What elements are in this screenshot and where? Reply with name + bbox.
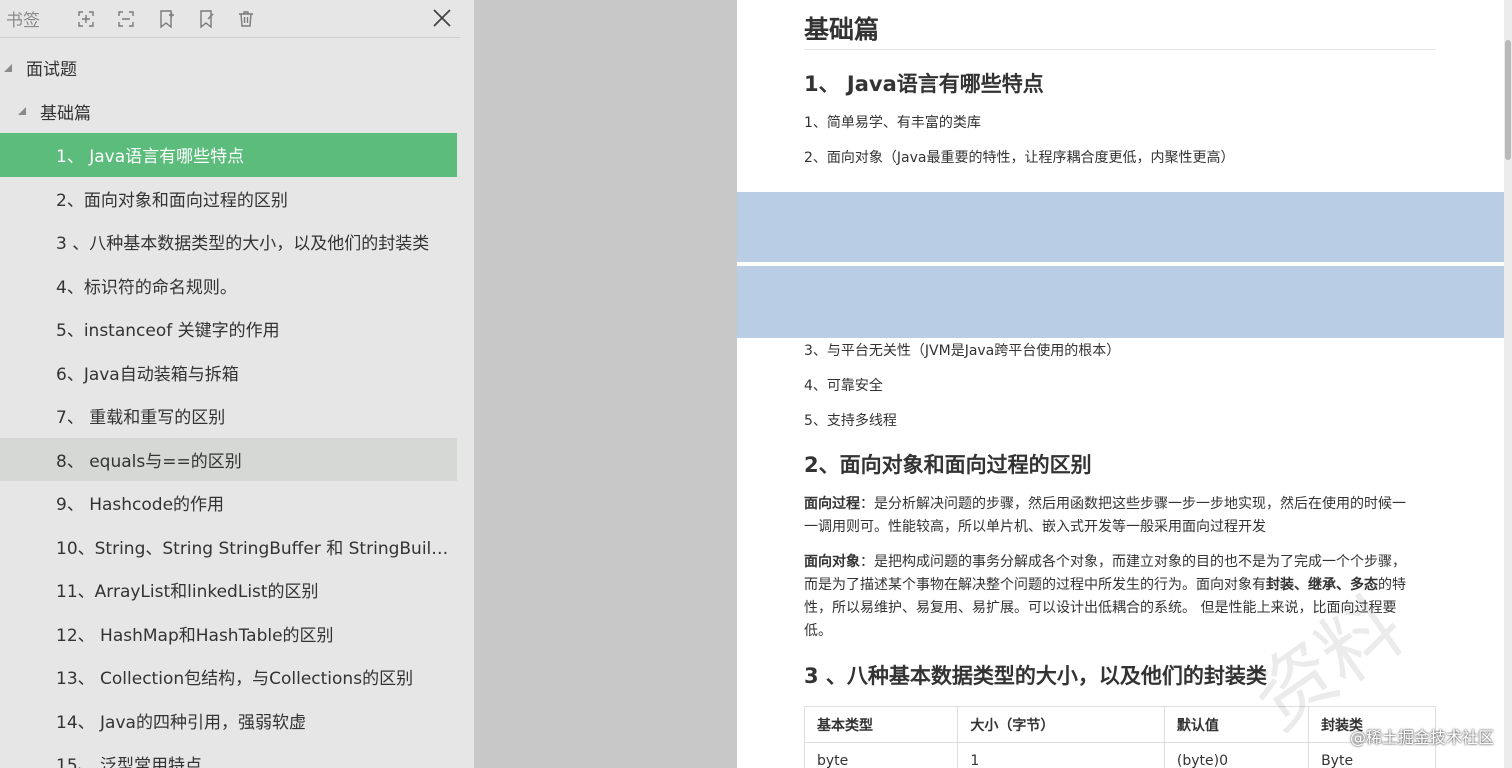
add-bookmark-icon[interactable] bbox=[146, 4, 186, 34]
vertical-scrollbar[interactable] bbox=[1504, 0, 1512, 768]
text: 低。 bbox=[804, 623, 832, 639]
tree-item[interactable]: 4、标识符的命名规则。 bbox=[0, 264, 457, 308]
expanded-arrow-icon[interactable] bbox=[4, 63, 12, 72]
tree-item[interactable]: 11、ArrayList和linkedList的区别 bbox=[0, 568, 457, 612]
tree-item-label: 4、标识符的命名规则。 bbox=[56, 277, 237, 298]
tree-item-hovered[interactable]: 8、 equals与==的区别 bbox=[0, 437, 457, 481]
section-title: 2、面向对象和面向过程的区别 bbox=[804, 453, 1092, 477]
tree-item-label: 8、 equals与==的区别 bbox=[56, 451, 242, 472]
table-header: 基本类型 bbox=[803, 706, 959, 743]
table-cell: byte bbox=[803, 742, 959, 768]
tree-item-label: 9、 Hashcode的作用 bbox=[56, 495, 225, 516]
table-cell: 1 bbox=[957, 742, 1165, 768]
close-icon[interactable] bbox=[428, 4, 456, 32]
table-cell: (byte)0 bbox=[1163, 742, 1310, 768]
paragraph: 面向过程：是分析解决问题的步骤，然后用函数把这些步骤一步一步地实现，然后在使用的… bbox=[804, 493, 1436, 539]
text: 而是为了描述某个事物在解决整个问题的过程中所发生的行为。面向对象有 bbox=[804, 577, 1266, 593]
text: ：是分析解决问题的步骤，然后用函数把这些步骤一步一步地实现，然后在使用的时候一 bbox=[860, 496, 1406, 512]
tree-item-label: 11、ArrayList和linkedList的区别 bbox=[56, 582, 319, 603]
image-placeholder bbox=[737, 266, 1504, 338]
delete-icon[interactable] bbox=[226, 4, 266, 34]
tree-item-label: 10、String、String StringBuffer 和 StringBu… bbox=[56, 538, 451, 559]
document-page: 基础篇 1、 Java语言有哪些特点 1、简单易学、有丰富的类库 2、面向对象（… bbox=[737, 0, 1504, 768]
text: 一调用则可。性能较高，所以单片机、嵌入式开发等一般采用面向过程开发 bbox=[804, 519, 1266, 535]
bookmark-edit-icon[interactable] bbox=[186, 4, 226, 34]
scrollbar-thumb[interactable] bbox=[1505, 40, 1511, 160]
image-placeholder bbox=[737, 192, 1504, 262]
paragraph: 4、可靠安全 bbox=[804, 378, 883, 394]
tree-item-label: 1、 Java语言有哪些特点 bbox=[56, 147, 245, 168]
bold-term: 面向对象 bbox=[804, 554, 860, 570]
text: ：是把构成问题的事务分解成各个对象，而建立对象的目的也不是为了完成一个个步骤， bbox=[860, 554, 1406, 570]
tree-item-label: 3 、八种基本数据类型的大小，以及他们的封装类 bbox=[56, 234, 430, 255]
tree-item-label: 14、 Java的四种引用，强弱软虚 bbox=[56, 712, 306, 733]
bookmarks-toolbar: 书签 bbox=[0, 0, 460, 38]
paragraph: 2、面向对象（Java最重要的特性，让程序耦合度更低，内聚性更高） bbox=[804, 150, 1235, 166]
doc-heading: 基础篇 bbox=[804, 0, 1436, 50]
tree-item[interactable]: 12、 HashMap和HashTable的区别 bbox=[0, 612, 457, 656]
site-watermark: @稀土掘金技术社区 bbox=[1349, 728, 1494, 747]
bookmarks-panel: 书签 面试题 基础篇 1、 Java语言有哪些特点 2、面向对象和面向过程的区别… bbox=[0, 0, 474, 768]
text: 的特 bbox=[1378, 577, 1406, 593]
tree-item[interactable]: 5、instanceof 关键字的作用 bbox=[0, 307, 457, 351]
table-header: 大小（字节） bbox=[957, 706, 1165, 743]
panel-title: 书签 bbox=[6, 11, 40, 31]
tree-item[interactable]: 2、面向对象和面向过程的区别 bbox=[0, 177, 457, 221]
tree-item-label: 7、 重载和重写的区别 bbox=[56, 408, 226, 429]
tree-item[interactable]: 3 、八种基本数据类型的大小，以及他们的封装类 bbox=[0, 220, 457, 264]
tree-item-label: 5、instanceof 关键字的作用 bbox=[56, 321, 280, 342]
bold-term: 面向过程 bbox=[804, 496, 860, 512]
tree-item-label: 2、面向对象和面向过程的区别 bbox=[56, 190, 288, 211]
tree-item-label: 6、Java自动装箱与拆箱 bbox=[56, 364, 239, 385]
document-content: 基础篇 1、 Java语言有哪些特点 1、简单易学、有丰富的类库 2、面向对象（… bbox=[803, 0, 1436, 768]
section-title: 1、 Java语言有哪些特点 bbox=[804, 72, 1044, 96]
paragraph: 1、简单易学、有丰富的类库 bbox=[804, 115, 981, 131]
tree-item[interactable]: 面试题 bbox=[0, 46, 457, 90]
collapse-icon[interactable] bbox=[106, 4, 146, 34]
tree-item-label: 基础篇 bbox=[40, 103, 91, 124]
tree-item[interactable]: 10、String、String StringBuffer 和 StringBu… bbox=[0, 525, 457, 569]
tree-item[interactable]: 基础篇 bbox=[0, 90, 457, 134]
table-row: byte 1 (byte)0 Byte bbox=[803, 742, 1436, 768]
tree-item[interactable]: 9、 Hashcode的作用 bbox=[0, 481, 457, 525]
tree-item[interactable]: 13、 Collection包结构，与Collections的区别 bbox=[0, 655, 457, 699]
paragraph: 5、支持多线程 bbox=[804, 413, 897, 429]
tree-item-label: 13、 Collection包结构，与Collections的区别 bbox=[56, 669, 414, 690]
tree-item-label: 15、 泛型常用特点 bbox=[56, 756, 203, 768]
expand-icon[interactable] bbox=[66, 4, 106, 34]
tree-item-selected[interactable]: 1、 Java语言有哪些特点 bbox=[0, 133, 457, 177]
bookmark-tree: 面试题 基础篇 1、 Java语言有哪些特点 2、面向对象和面向过程的区别 3 … bbox=[0, 46, 474, 768]
tree-item-label: 面试题 bbox=[26, 60, 77, 81]
tree-item[interactable]: 14、 Java的四种引用，强弱软虚 bbox=[0, 699, 457, 743]
tree-item[interactable]: 6、Java自动装箱与拆箱 bbox=[0, 351, 457, 395]
expanded-arrow-icon[interactable] bbox=[18, 107, 26, 116]
tree-item-label: 12、 HashMap和HashTable的区别 bbox=[56, 625, 334, 646]
tree-item[interactable]: 7、 重载和重写的区别 bbox=[0, 394, 457, 438]
tree-item[interactable]: 15、 泛型常用特点 bbox=[0, 742, 457, 768]
paragraph: 3、与平台无关性（JVM是Java跨平台使用的根本） bbox=[804, 343, 1121, 359]
